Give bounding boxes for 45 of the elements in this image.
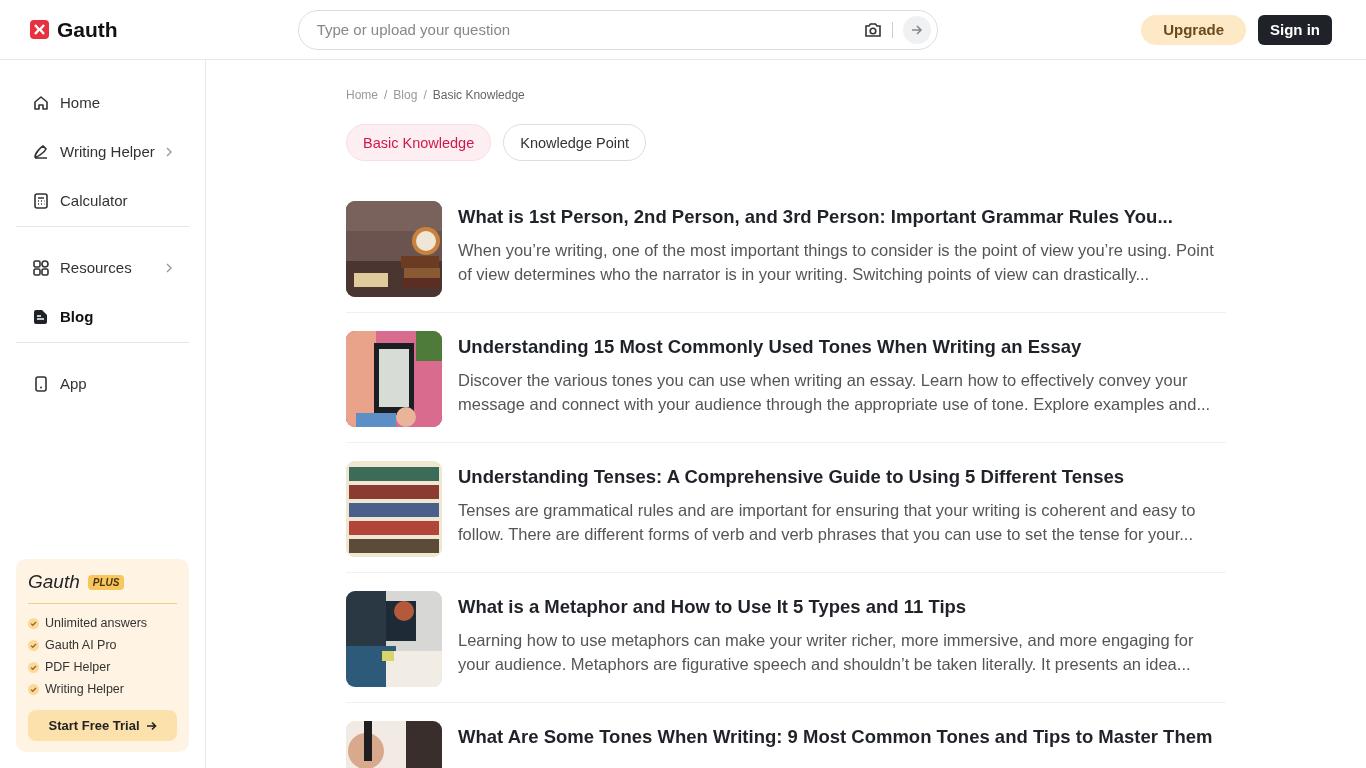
feature-text: Gauth AI Pro: [45, 638, 117, 652]
sidebar-item[interactable]: Resources: [16, 243, 189, 292]
article-excerpt: Tenses are grammatical rules and are important for ensuring that your writing is coherent and easy to follow. There are different forms of verb and verb phrases that you can use to set the tense for your...: [458, 500, 1197, 545]
sidebar-item[interactable]: Calculator: [16, 176, 189, 225]
check-icon: [28, 661, 39, 673]
article-title[interactable]: Understanding Tenses: A Comprehensive Guide to Using 5 Different Tenses: [458, 466, 1226, 488]
article-title[interactable]: What is a Metaphor and How to Use It 5 Types and 11 Tips: [458, 596, 1226, 618]
sidebar-item[interactable]: Blog: [16, 292, 189, 341]
sidebar-item[interactable]: Writing Helper: [16, 127, 189, 176]
calculator-icon: [32, 191, 50, 210]
feature-text: Unlimited answers: [45, 616, 148, 630]
document-icon: [32, 307, 50, 326]
grid-icon: [32, 258, 50, 277]
check-icon: [28, 639, 39, 651]
check-icon: [28, 683, 39, 695]
breadcrumb-separator: /: [423, 88, 427, 102]
breadcrumb-current: Basic Knowledge: [432, 88, 525, 102]
home-icon: [32, 93, 50, 112]
camera-icon[interactable]: [863, 21, 882, 38]
pen-icon: [32, 142, 50, 161]
plus-badge: PLUS: [87, 574, 125, 590]
logo-text[interactable]: Gauth: [57, 17, 118, 42]
article-excerpt: Learning how to use metaphors can make your writer richer, more immersive, and more engaging for your audience. Metaphors are figurative speech and shouldn’t be taken literally. It presents an idea...: [458, 630, 1195, 675]
article-excerpt: Discover the various tones you can use when writing an essay. Learn how to effectively convey your message and connect with your audience through the appropriate use of tone. Explore examples and...: [458, 370, 1212, 415]
sign-in-button[interactable]: Sign in: [1258, 14, 1332, 45]
feature-text: Writing Helper: [45, 682, 124, 696]
sidebar-item[interactable]: App: [16, 359, 189, 408]
check-icon: [28, 617, 39, 629]
category-tab[interactable]: Basic Knowledge: [346, 124, 492, 161]
plus-brand: Gauth: [28, 571, 80, 593]
start-trial-button[interactable]: Start Free Trial: [28, 710, 177, 741]
sidebar-item[interactable]: Home: [16, 78, 189, 127]
arrow-icon: [145, 720, 157, 731]
article-title[interactable]: What is 1st Person, 2nd Person, and 3rd Person: Important Grammar Rules You...: [458, 206, 1226, 228]
category-tab[interactable]: Knowledge Point: [503, 124, 647, 161]
feature-text: PDF Helper: [45, 660, 111, 674]
phone-icon: [32, 374, 50, 393]
article-excerpt: When you’re writing, one of the most important things to consider is the point of view you’re using. Point of view determines who the narrator is in your writing. Switching points of view can drastically...: [458, 240, 1215, 285]
breadcrumb-separator: /: [384, 88, 388, 102]
logo-icon: [30, 20, 49, 39]
article-title[interactable]: What Are Some Tones When Writing: 9 Most Common Tones and Tips to Master Them: [458, 726, 1226, 748]
upgrade-button[interactable]: Upgrade: [1141, 14, 1246, 45]
article-title[interactable]: Understanding 15 Most Commonly Used Tones When Writing an Essay: [458, 336, 1226, 358]
submit-button[interactable]: [902, 15, 931, 44]
arrow-icon: [910, 23, 923, 36]
